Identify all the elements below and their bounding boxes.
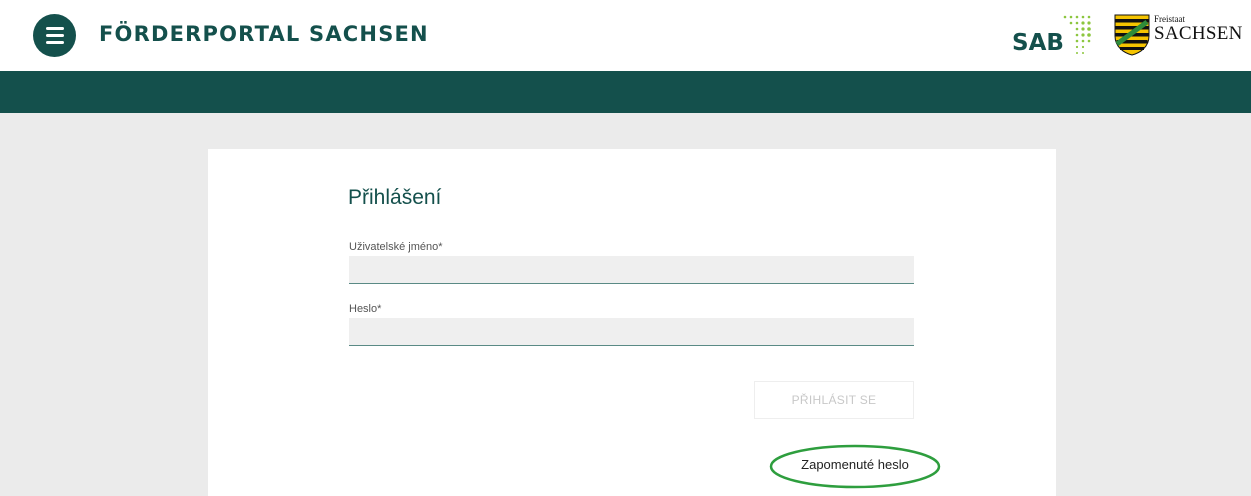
username-input[interactable]: [349, 256, 914, 284]
hamburger-menu-icon[interactable]: [33, 14, 76, 57]
portal-title: FÖRDERPORTAL SACHSEN: [99, 22, 429, 46]
sachsen-logo-text: SACHSEN: [1154, 23, 1243, 44]
header-band: [0, 71, 1251, 113]
site-header: FÖRDERPORTAL SACHSEN SAB Freistaat SACHS…: [0, 0, 1251, 71]
sab-logo[interactable]: SAB: [1012, 14, 1092, 60]
sachsen-logo[interactable]: Freistaat SACHSEN: [1114, 14, 1242, 56]
password-label: Heslo*: [349, 303, 382, 315]
forgot-password-area: Zapomenuté heslo: [769, 444, 941, 489]
login-title: Přihlášení: [348, 186, 442, 209]
dot-grid-icon: [1063, 15, 1091, 54]
login-button[interactable]: PŘIHLÁSIT SE: [754, 381, 914, 419]
username-label: Uživatelské jméno*: [349, 241, 443, 253]
sachsen-coat-of-arms-icon: [1114, 14, 1150, 56]
forgot-password-link[interactable]: Zapomenuté heslo: [769, 457, 941, 472]
password-input[interactable]: [349, 318, 914, 346]
login-card: Přihlášení Uživatelské jméno* Heslo* PŘI…: [208, 149, 1056, 496]
sab-logo-text: SAB: [1012, 30, 1064, 56]
